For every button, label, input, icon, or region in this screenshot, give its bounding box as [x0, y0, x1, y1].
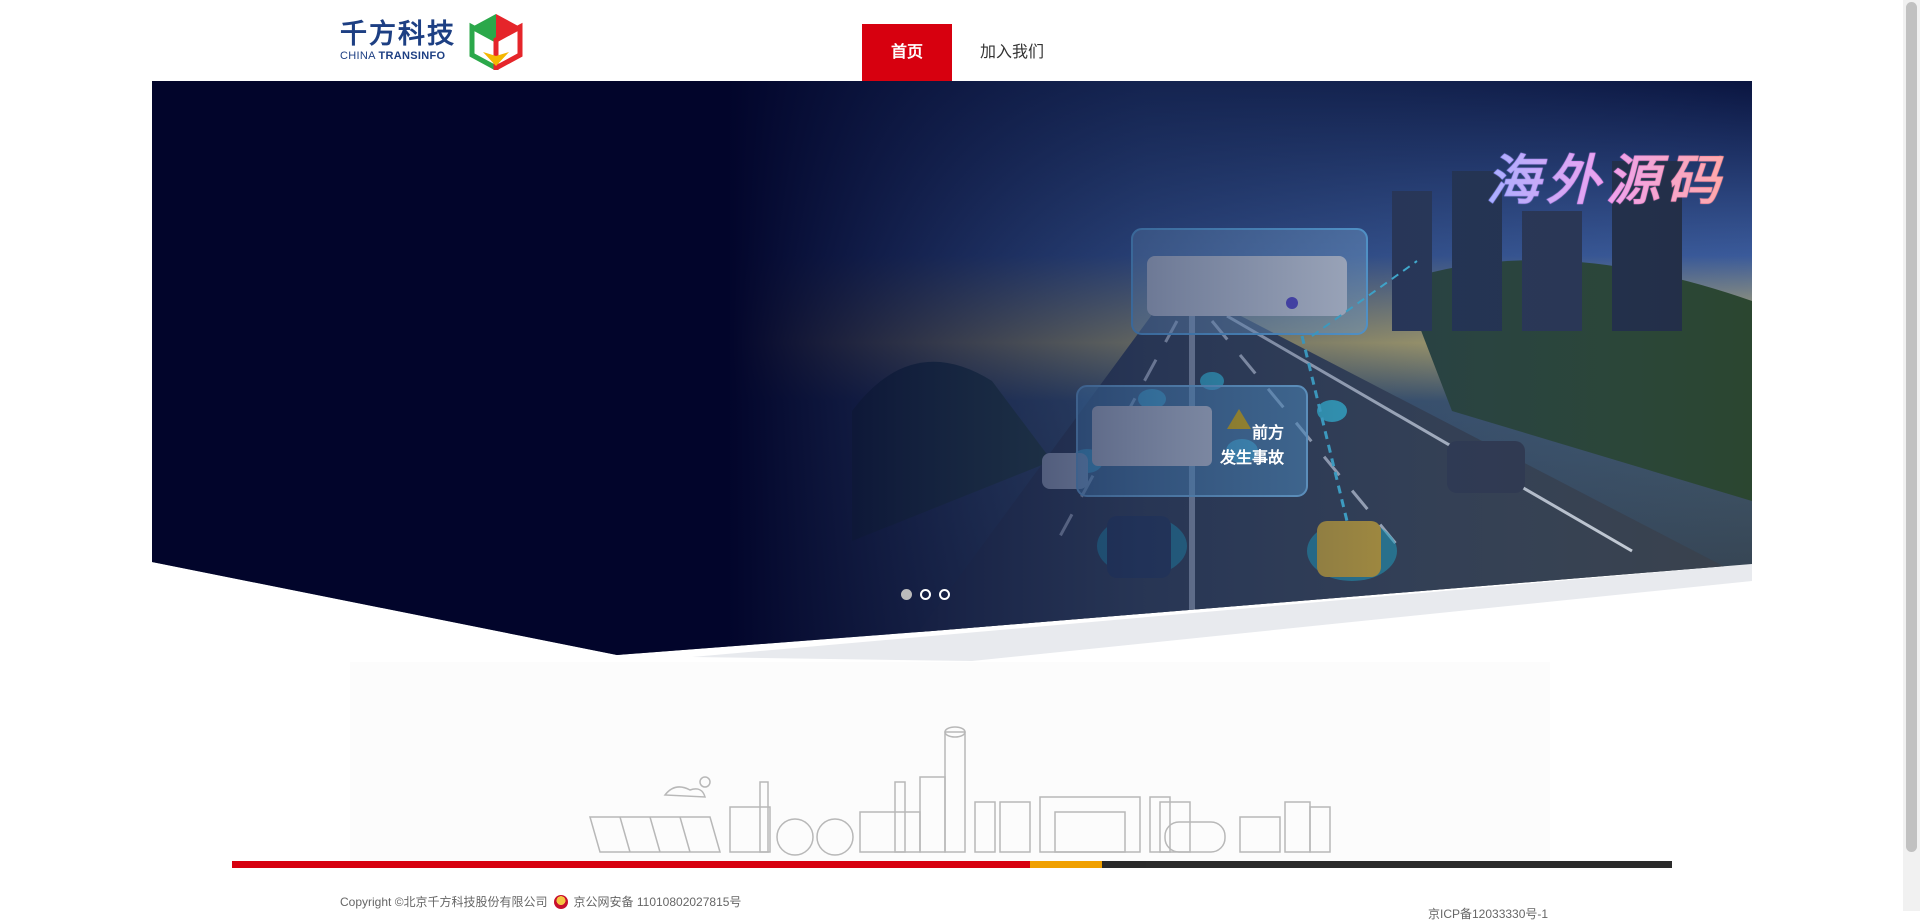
nav-item-home[interactable]: 首页	[862, 24, 952, 81]
carousel-dot-1[interactable]	[901, 589, 912, 600]
banner-callout: 前方 发生事故	[1220, 421, 1284, 471]
header: 千方科技 CHINA TRANSINFO 首页 加入我们	[0, 0, 1903, 81]
logo-cn: 千方科技	[340, 19, 456, 50]
carousel-dot-2[interactable]	[920, 589, 931, 600]
color-bar-black	[1146, 861, 1672, 868]
carousel-pagination	[901, 589, 950, 600]
color-bar-dark	[1102, 861, 1146, 868]
hero-banner[interactable]: 海外源码 前方 发生事故	[152, 81, 1752, 663]
logo-text: 千方科技 CHINA TRANSINFO	[340, 19, 456, 63]
callout-line-1: 前方	[1252, 425, 1285, 442]
copyright-text: Copyright ©北京千方科技股份有限公司	[340, 895, 548, 909]
logo[interactable]: 千方科技 CHINA TRANSINFO	[340, 12, 524, 70]
police-badge-icon	[553, 894, 568, 909]
callout-line-2: 发生事故	[1220, 450, 1285, 467]
color-bar-red	[232, 861, 1030, 868]
footer-skyline-illustration	[350, 662, 1550, 862]
footer-color-bar	[232, 861, 1672, 868]
police-record-link[interactable]: 京公网安备 11010802027815号	[574, 893, 742, 910]
logo-en: CHINA TRANSINFO	[340, 50, 446, 62]
banner-watermark: 海外源码	[1486, 136, 1726, 215]
icp-record-link[interactable]: 京ICP备12033330号-1	[1428, 905, 1548, 922]
carousel-dot-3[interactable]	[939, 589, 950, 600]
color-bar-orange	[1030, 861, 1102, 868]
city-skyline-icon	[589, 726, 1331, 856]
nav-item-join-us[interactable]: 加入我们	[952, 24, 1072, 81]
scrollbar-thumb[interactable]	[1906, 2, 1917, 852]
footer-copyright: Copyright ©北京千方科技股份有限公司 京公网安备 1101080202…	[340, 893, 741, 910]
vertical-scrollbar[interactable]	[1903, 0, 1920, 911]
logo-mark-icon	[469, 14, 523, 70]
main-nav: 首页 加入我们	[862, 24, 1072, 81]
